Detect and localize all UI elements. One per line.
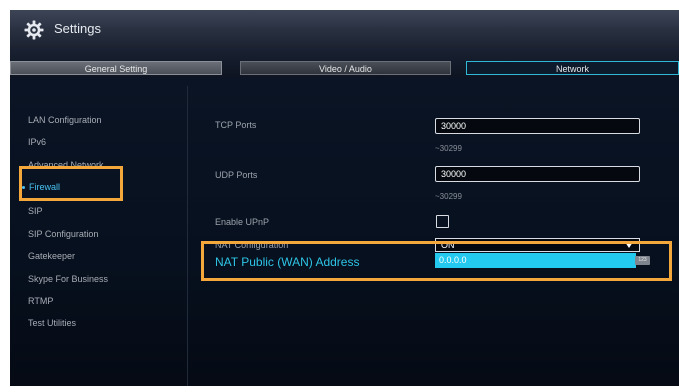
sidebar-item-gatekeeper[interactable]: Gatekeeper xyxy=(28,249,75,263)
sidebar-item-rtmp[interactable]: RTMP xyxy=(28,294,53,308)
tcp-ports-input[interactable]: 30000 xyxy=(435,118,640,134)
window-title: Settings xyxy=(54,21,101,36)
udp-ports-label: UDP Ports xyxy=(215,170,258,180)
tab-video-audio[interactable]: Video / Audio xyxy=(240,61,451,75)
tab-bar: General Setting Video / Audio Network xyxy=(10,48,679,78)
tab-network[interactable]: Network xyxy=(466,61,679,75)
sidebar-divider xyxy=(187,86,188,386)
enable-upnp-checkbox[interactable] xyxy=(436,215,449,228)
wan-address-highlight-box xyxy=(201,241,672,281)
gear-icon xyxy=(24,20,44,40)
sidebar-item-lan-configuration[interactable]: LAN Configuration xyxy=(28,113,102,127)
sidebar-item-test-utilities[interactable]: Test Utilities xyxy=(28,316,76,330)
udp-ports-input[interactable]: 30000 xyxy=(435,166,640,182)
sidebar-item-ipv6[interactable]: IPv6 xyxy=(28,135,46,149)
sidebar-item-skype-for-business[interactable]: Skype For Business xyxy=(28,272,108,286)
firewall-highlight-box xyxy=(19,166,123,201)
tcp-ports-range: ~30299 xyxy=(435,144,462,153)
sidebar-item-sip[interactable]: SIP xyxy=(28,204,43,218)
title-bar: Settings xyxy=(10,10,679,48)
udp-ports-range: ~30299 xyxy=(435,192,462,201)
enable-upnp-label: Enable UPnP xyxy=(215,217,270,227)
content-area: LAN Configuration IPv6 Advanced Network … xyxy=(10,78,679,386)
sidebar-item-sip-configuration[interactable]: SIP Configuration xyxy=(28,227,98,241)
tab-general-setting[interactable]: General Setting xyxy=(10,61,222,75)
tcp-ports-label: TCP Ports xyxy=(215,120,257,130)
